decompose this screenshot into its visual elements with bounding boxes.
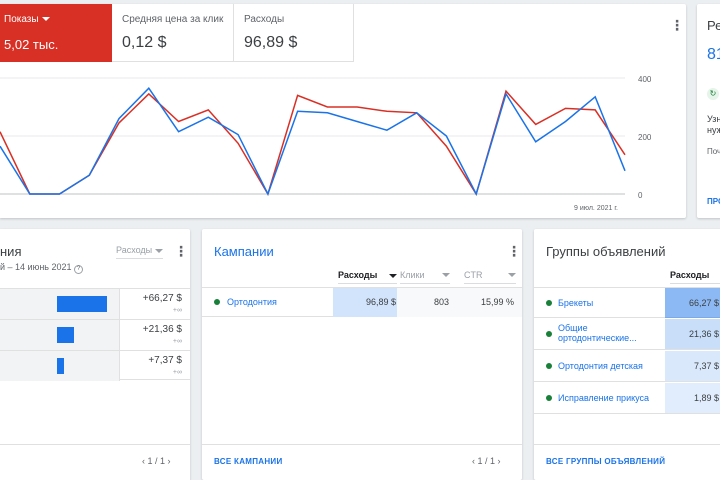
- dropdown-caret-icon: [442, 273, 450, 277]
- y-tick-label: 200: [638, 133, 652, 142]
- row-delta: +∞: [172, 307, 182, 314]
- ad-group-cost: 66,27 $: [688, 298, 719, 308]
- ad-group-link[interactable]: Брекеты: [558, 298, 593, 308]
- series-line-red: [0, 89, 626, 196]
- ads-footer: ‹ 1 / 1 ›: [0, 444, 190, 480]
- all-ad-groups-link[interactable]: ВСЕ ГРУППЫ ОБЪЯВЛЕНИЙ: [546, 457, 665, 466]
- ad-groups-footer: ВСЕ ГРУППЫ ОБЪЯВЛЕНИЙ: [534, 444, 720, 480]
- campaign-cost: 96,89 $: [365, 297, 396, 307]
- metric-cost-value: 96,89 $: [244, 34, 298, 51]
- performance-card: Показы 5,02 тыс. Средняя цена за клик 0,…: [0, 4, 686, 218]
- table-row[interactable]: +7,37 $ +∞: [0, 350, 190, 381]
- column-header-clicks[interactable]: Клики: [400, 270, 450, 284]
- status-enabled-icon: [546, 395, 552, 401]
- metric-cpc[interactable]: Средняя цена за клик 0,12 $: [112, 4, 234, 62]
- ad-groups-card: Группы объявлений Расходы Брекеты 66,27 …: [534, 229, 720, 480]
- metric-cost[interactable]: Расходы 96,89 $: [234, 4, 354, 62]
- metric-cpc-label: Средняя цена за клик: [122, 14, 224, 25]
- refresh-icon: ↻: [707, 88, 719, 100]
- dropdown-caret-icon: [508, 273, 516, 277]
- campaign-link[interactable]: Ортодонтия: [227, 297, 277, 307]
- ad-group-link[interactable]: Исправление прикуса: [558, 393, 649, 403]
- sort-caret-icon: [389, 273, 398, 278]
- table-row[interactable]: Брекеты 66,27 $: [534, 287, 720, 318]
- metric-shows[interactable]: Показы 5,02 тыс.: [0, 4, 112, 62]
- campaigns-footer: ВСЕ КАМПАНИИ ‹ 1 / 1 ›: [202, 444, 522, 480]
- cost-bar: [57, 296, 107, 312]
- status-enabled-icon: [214, 299, 220, 305]
- reco-view-button[interactable]: ПРОС: [707, 197, 720, 206]
- ads-card: ния й – 14 июнь 2021 ? Расходы ⋮ +66,27 …: [0, 229, 190, 480]
- campaign-clicks: 803: [433, 297, 449, 307]
- dropdown-caret-icon: [155, 248, 164, 253]
- y-tick-label: 400: [638, 75, 652, 84]
- table-row[interactable]: Ортодонтия 96,89 $ 803 15,99 %: [202, 287, 522, 317]
- table-row[interactable]: +21,36 $ +∞: [0, 319, 190, 350]
- pager[interactable]: ‹ 1 / 1 ›: [142, 456, 171, 466]
- status-enabled-icon: [546, 300, 552, 306]
- column-header-ctr[interactable]: CTR: [464, 270, 516, 284]
- reco-text: Узнанужн: [707, 114, 720, 135]
- row-delta: +∞: [172, 369, 182, 376]
- all-campaigns-link[interactable]: ВСЕ КАМПАНИИ: [214, 457, 283, 466]
- help-icon[interactable]: ?: [74, 265, 84, 274]
- x-tick-label: 9 июл. 2021 г.: [574, 205, 618, 212]
- ads-date-range: й – 14 июнь 2021 ?: [0, 262, 84, 274]
- series-line-blue: [0, 87, 626, 197]
- campaigns-card-title[interactable]: Кампании: [214, 244, 274, 259]
- recommendations-card: Рек 81 ↻ Узнанужн Почему ПРОС: [697, 4, 720, 218]
- row-value: +21,36 $: [142, 324, 182, 335]
- pager[interactable]: ‹ 1 / 1 ›: [472, 456, 501, 466]
- table-row[interactable]: +66,27 $ +∞: [0, 288, 190, 319]
- column-header-cost[interactable]: Расходы: [338, 270, 398, 284]
- row-value: +7,37 $: [148, 355, 182, 366]
- campaigns-card: Кампании ⋮ Расходы Клики CTR Ортодонтия …: [202, 229, 522, 480]
- ad-group-link[interactable]: Общие ортодонтические...: [558, 323, 637, 343]
- status-enabled-icon: [546, 363, 552, 369]
- ads-column-selector[interactable]: Расходы: [116, 245, 164, 259]
- cost-bar: [57, 358, 64, 374]
- more-vert-icon[interactable]: ⋮: [670, 18, 684, 32]
- row-delta: +∞: [172, 338, 182, 345]
- metric-cpc-value: 0,12 $: [122, 34, 167, 51]
- reco-score: 81: [707, 46, 720, 63]
- column-header-cost[interactable]: Расходы: [670, 270, 720, 284]
- more-vert-icon[interactable]: ⋮: [174, 244, 188, 258]
- dropdown-caret-icon: [41, 17, 50, 22]
- ad-group-cost: 7,37 $: [693, 361, 719, 371]
- table-row[interactable]: Исправление прикуса 1,89 $: [534, 383, 720, 414]
- table-row[interactable]: Общие ортодонтические... 21,36 $: [534, 319, 720, 350]
- table-row[interactable]: Ортодонтия детская 7,37 $: [534, 351, 720, 382]
- ads-card-title: ния: [0, 244, 22, 259]
- metric-shows-label: Показы: [4, 14, 50, 25]
- y-tick-label: 0: [638, 191, 643, 200]
- reco-link[interactable]: Почему: [707, 147, 720, 156]
- metric-cost-label: Расходы: [244, 14, 285, 25]
- row-value: +66,27 $: [142, 293, 182, 304]
- performance-chart: 400 200 0 9 июл. 2021 г.: [0, 75, 652, 212]
- campaign-ctr: 15,99 %: [480, 297, 514, 307]
- reco-title: Рек: [707, 18, 720, 33]
- metric-shows-value: 5,02 тыс.: [4, 37, 59, 52]
- ad-group-cost: 21,36 $: [688, 329, 719, 339]
- ad-group-cost: 1,89 $: [693, 393, 719, 403]
- ad-group-link[interactable]: Ортодонтия детская: [558, 361, 643, 371]
- status-enabled-icon: [546, 331, 552, 337]
- ad-groups-card-title: Группы объявлений: [546, 244, 666, 259]
- cost-bar: [57, 327, 74, 343]
- more-vert-icon[interactable]: ⋮: [507, 244, 521, 258]
